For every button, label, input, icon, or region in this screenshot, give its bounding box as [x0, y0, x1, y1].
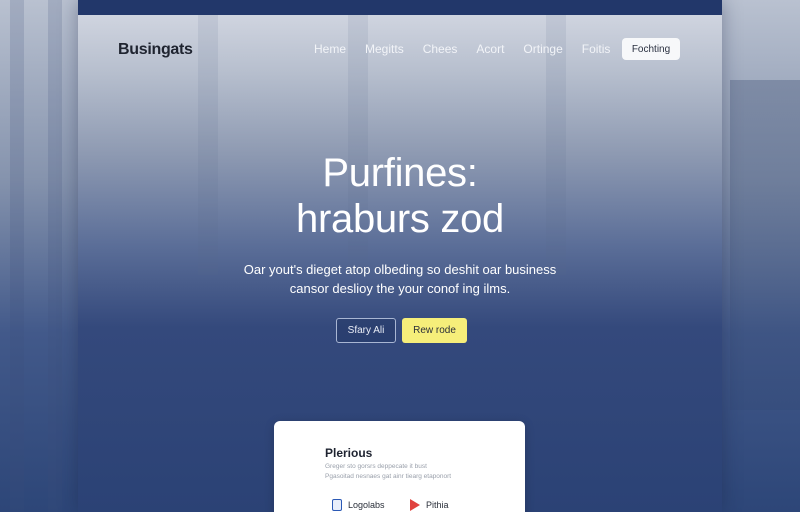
backdrop-pillar [10, 0, 24, 512]
app-card: Plerious Greger sto gorsrs deppecate it … [274, 421, 525, 512]
hero-subtitle-line1: Oar yout's dieget atop olbeding so deshi… [243, 262, 557, 277]
card-title: Plerious [325, 446, 373, 460]
hero-title-line2: hraburs zod [296, 197, 504, 241]
document-icon [332, 499, 342, 511]
top-nav: Busingats Heme Megitts Chees Acort Ortin… [78, 34, 722, 64]
nav-cta-button[interactable]: Fochting [622, 38, 680, 60]
nav-link-6[interactable]: Foitis [582, 42, 611, 56]
nav-links: Heme Megitts Chees Acort Ortinge Foitis [314, 42, 629, 56]
nav-link-2[interactable]: Megitts [365, 42, 404, 56]
backdrop-pillar [48, 0, 62, 512]
backdrop-building [730, 80, 800, 410]
hero-subtitle-line2: cansor deslioy the your conof ing ilms. [289, 281, 511, 296]
hero-buttons: Sfary Ali Rew rode [336, 318, 467, 343]
hero-subtitle: Oar yout's dieget atop olbeding so deshi… [78, 260, 722, 298]
hero-title-line1: Purfines: [322, 151, 478, 195]
play-store-icon [410, 499, 420, 511]
primary-button[interactable]: Rew rode [402, 318, 467, 343]
brand-logo[interactable]: Busingats [118, 41, 193, 59]
backdrop-right [722, 0, 800, 512]
backdrop-left [0, 0, 78, 512]
nav-link-5[interactable]: Ortinge [523, 42, 562, 56]
card-description: Greger sto gorsrs deppecate it bust Pgas… [325, 462, 475, 481]
nav-link-3[interactable]: Chees [423, 42, 458, 56]
hero-section: Purfines: hraburs zod Oar yout's dieget … [78, 150, 722, 296]
browser-top-strip [78, 0, 722, 15]
nav-link-4[interactable]: Acort [476, 42, 504, 56]
store-a-label: Logolabs [348, 500, 385, 510]
nav-link-home[interactable]: Heme [314, 42, 346, 56]
store-link-a[interactable]: Logolabs [332, 499, 385, 511]
store-b-label: Pithia [426, 500, 449, 510]
landing-page: Busingats Heme Megitts Chees Acort Ortin… [78, 0, 722, 512]
card-text-line2: Pgasoitad nesnaes gat ainr tiearg etapon… [325, 472, 452, 480]
card-text-line1: Greger sto gorsrs deppecate it bust [325, 463, 427, 470]
secondary-button[interactable]: Sfary Ali [336, 318, 396, 343]
store-link-b[interactable]: Pithia [410, 499, 449, 511]
